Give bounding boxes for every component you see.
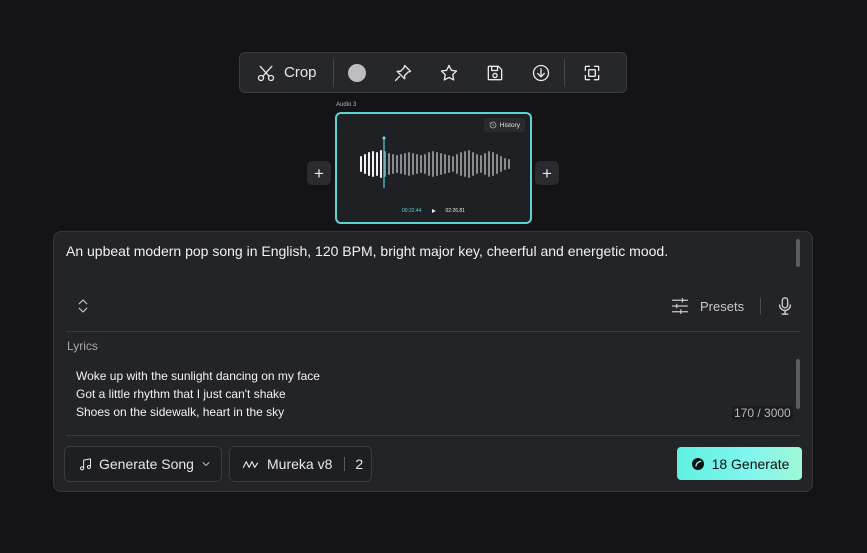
- mode-label: Generate Song: [99, 456, 194, 472]
- current-time: 00:22.44: [402, 208, 422, 214]
- model-selector[interactable]: Mureka v8 2: [229, 446, 372, 482]
- history-button[interactable]: History: [483, 118, 525, 132]
- lyrics-line: Got a little rhythm that I just can't sh…: [76, 387, 286, 401]
- presets-button[interactable]: Presets: [670, 297, 744, 315]
- prompt-scrollbar[interactable]: [796, 239, 800, 267]
- playhead-handle[interactable]: [382, 136, 386, 140]
- lyrics-line: Shoes on the sidewalk, heart in the sky: [76, 405, 285, 419]
- music-note-icon: [80, 457, 91, 470]
- presets-label: Presets: [700, 298, 745, 314]
- crop-button[interactable]: Crop: [240, 53, 333, 92]
- crop-label: Crop: [284, 64, 317, 81]
- image-toolbar: Crop: [239, 52, 627, 93]
- generate-label: 18 Generate: [711, 455, 790, 472]
- sliders-icon: [671, 297, 689, 315]
- lyrics-scrollbar[interactable]: [796, 359, 800, 409]
- mode-dropdown[interactable]: Generate Song: [64, 446, 222, 482]
- model-divider: [344, 457, 346, 471]
- history-label: History: [499, 121, 520, 129]
- history-icon: [489, 121, 497, 129]
- audio-card[interactable]: History 00:22.44 02:26.81: [335, 112, 532, 224]
- waveform[interactable]: [357, 136, 517, 192]
- divider: [66, 331, 800, 332]
- prompt-input[interactable]: An upbeat modern pop song in English, 12…: [66, 242, 786, 260]
- generate-button[interactable]: 18 Generate: [677, 447, 802, 480]
- lyrics-line: Woke up with the sunlight dancing on my …: [76, 369, 320, 383]
- download-icon: [532, 64, 549, 81]
- coin-icon: [691, 457, 704, 470]
- expand-vertical-icon: [78, 299, 88, 313]
- character-counter: 170 / 3000: [732, 406, 793, 420]
- color-button[interactable]: [334, 53, 380, 92]
- total-time: 02:26.81: [445, 208, 465, 214]
- model-label: Mureka v8: [267, 456, 333, 472]
- voice-input-button[interactable]: [776, 296, 794, 316]
- download-button[interactable]: [518, 53, 564, 92]
- playback-row: 00:22.44 02:26.81: [337, 208, 530, 214]
- model-count: 2: [355, 456, 364, 472]
- favorite-button[interactable]: [426, 53, 472, 92]
- pin-icon: [394, 64, 411, 81]
- microphone-icon: [778, 297, 792, 315]
- presets-divider: [760, 298, 761, 314]
- add-after-button[interactable]: +: [535, 161, 559, 185]
- scissors-icon: [257, 65, 275, 81]
- save-icon: [487, 65, 502, 80]
- lyrics-label: Lyrics: [67, 339, 98, 353]
- fullscreen-icon: [584, 65, 599, 80]
- pin-button[interactable]: [380, 53, 426, 92]
- fullscreen-button[interactable]: [565, 53, 619, 92]
- color-swatch-icon: [347, 63, 366, 82]
- play-icon[interactable]: [431, 209, 436, 213]
- audio-title: Audio 3: [336, 102, 357, 108]
- add-before-button[interactable]: +: [307, 161, 331, 185]
- composer-panel: An upbeat modern pop song in English, 12…: [53, 231, 813, 492]
- save-button[interactable]: [472, 53, 518, 92]
- waveform-logo-icon: [242, 460, 259, 468]
- divider: [66, 435, 800, 436]
- chevron-down-icon: [202, 462, 210, 466]
- lyrics-input[interactable]: Woke up with the sunlight dancing on my …: [76, 367, 736, 425]
- star-icon: [440, 64, 457, 81]
- expand-button[interactable]: [74, 297, 92, 315]
